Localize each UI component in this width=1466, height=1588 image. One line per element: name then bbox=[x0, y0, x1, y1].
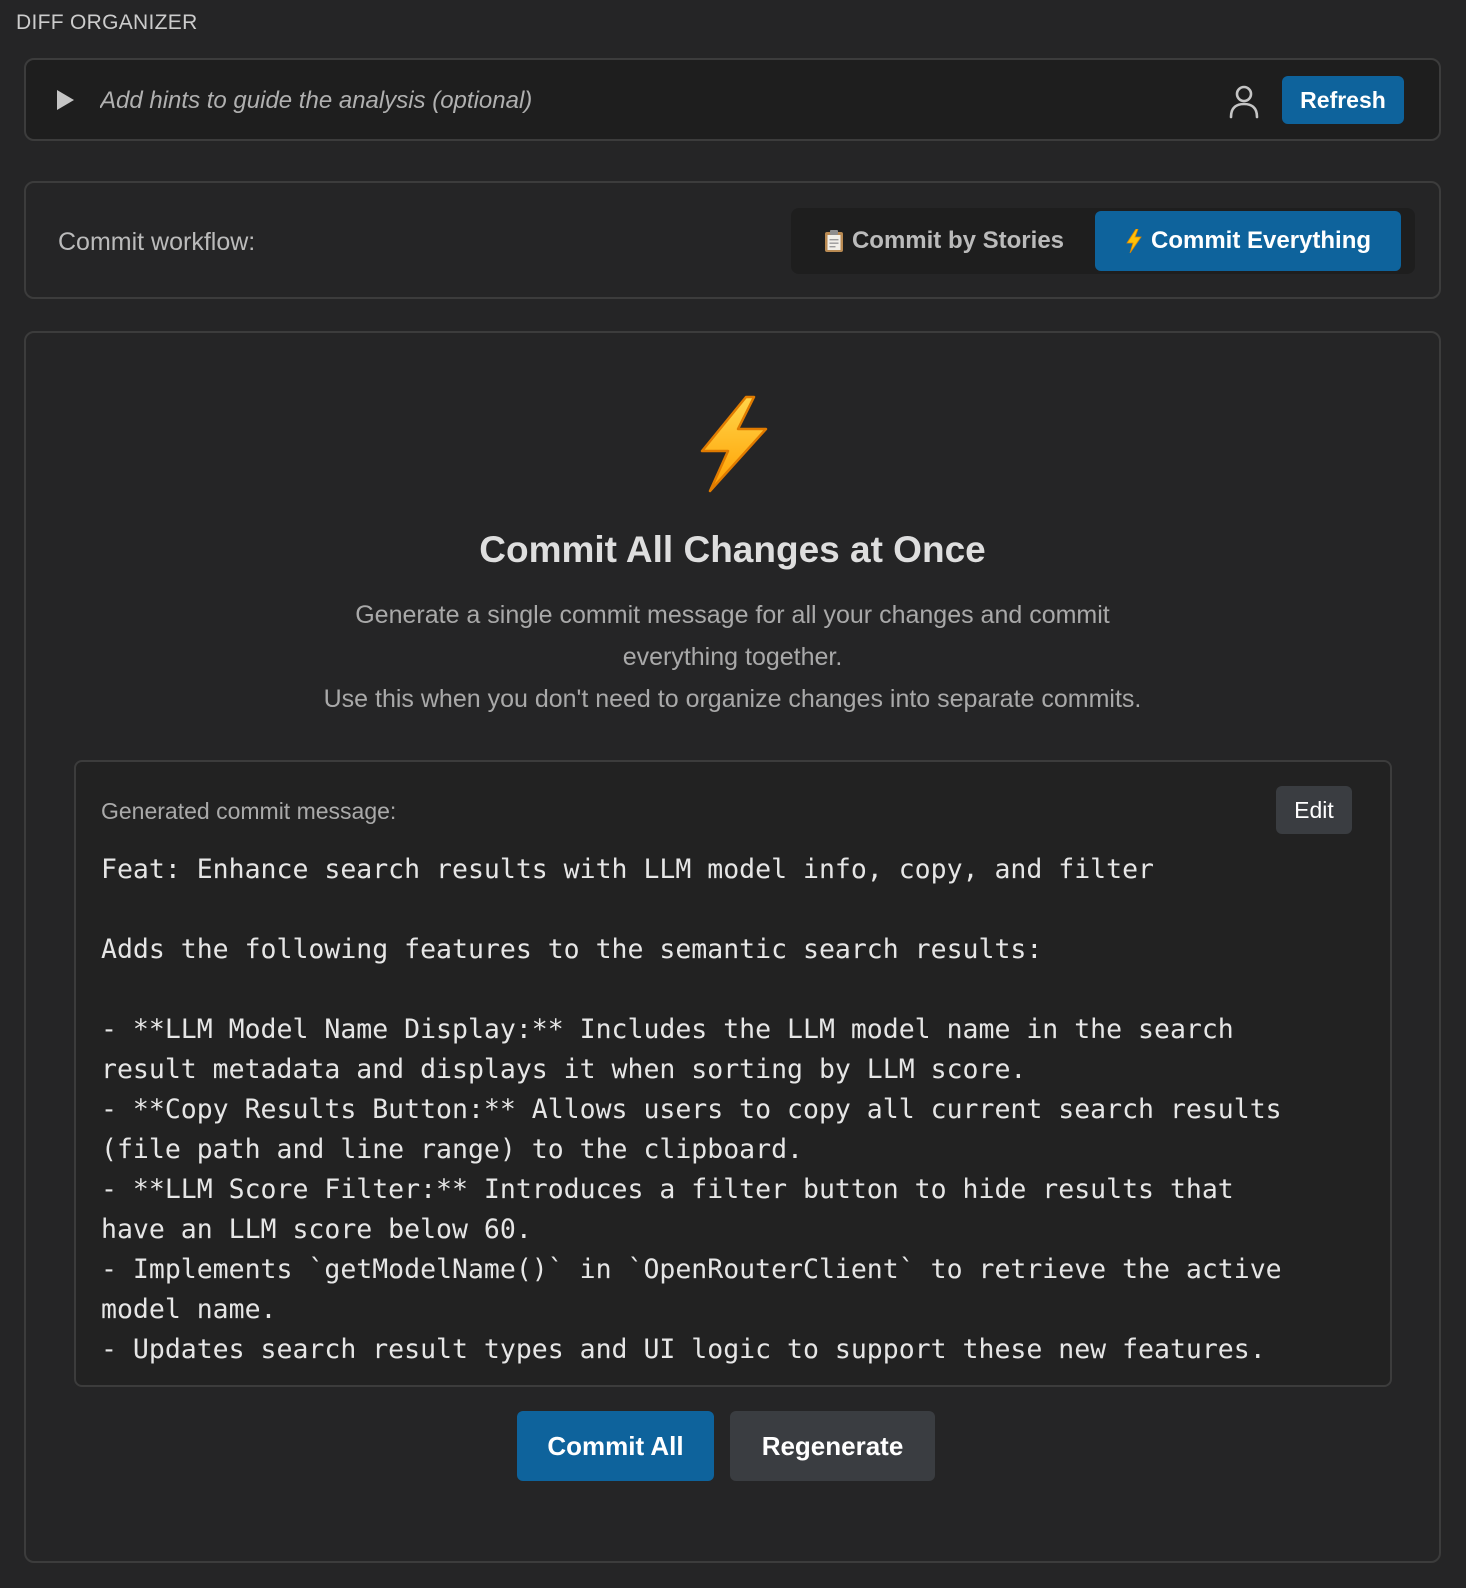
commit-everything-label: Commit Everything bbox=[1150, 227, 1372, 254]
lightning-icon bbox=[700, 395, 768, 493]
commit-message-label: Generated commit message: bbox=[101, 798, 397, 824]
commit-by-stories-button[interactable]: Commit by Stories bbox=[799, 211, 1089, 271]
commit-message-box: Generated commit message: Edit Feat: Enh… bbox=[74, 760, 1392, 1387]
edit-button[interactable]: Edit bbox=[1276, 786, 1352, 834]
description-line: everything together. bbox=[622, 643, 843, 671]
expand-play-icon[interactable] bbox=[57, 90, 74, 110]
commit-by-stories-label: Commit by Stories bbox=[851, 227, 1065, 254]
description-line: Use this when you don't need to organize… bbox=[323, 685, 1142, 713]
view-title: DIFF ORGANIZER bbox=[16, 11, 198, 34]
lightning-icon bbox=[1126, 229, 1142, 253]
workflow-panel: Commit workflow: Commit by Stories Commi… bbox=[24, 181, 1441, 299]
clipboard-icon bbox=[824, 230, 843, 252]
regenerate-button[interactable]: Regenerate bbox=[730, 1411, 935, 1481]
commit-all-panel: Commit All Changes at Once Generate a si… bbox=[24, 331, 1441, 1563]
refresh-button[interactable]: Refresh bbox=[1282, 76, 1404, 124]
hints-input[interactable] bbox=[100, 82, 1200, 120]
workflow-toggle-group: Commit by Stories Commit Everything bbox=[791, 208, 1415, 274]
person-icon[interactable] bbox=[1229, 85, 1259, 119]
commit-all-button[interactable]: Commit All bbox=[517, 1411, 714, 1481]
commit-everything-button[interactable]: Commit Everything bbox=[1095, 211, 1401, 271]
panel-heading: Commit All Changes at Once bbox=[479, 529, 986, 570]
workflow-label: Commit workflow: bbox=[58, 228, 256, 256]
commit-message-text: Feat: Enhance search results with LLM mo… bbox=[101, 854, 1282, 1365]
hints-panel: Refresh bbox=[24, 58, 1441, 141]
description-line: Generate a single commit message for all… bbox=[355, 601, 1110, 629]
